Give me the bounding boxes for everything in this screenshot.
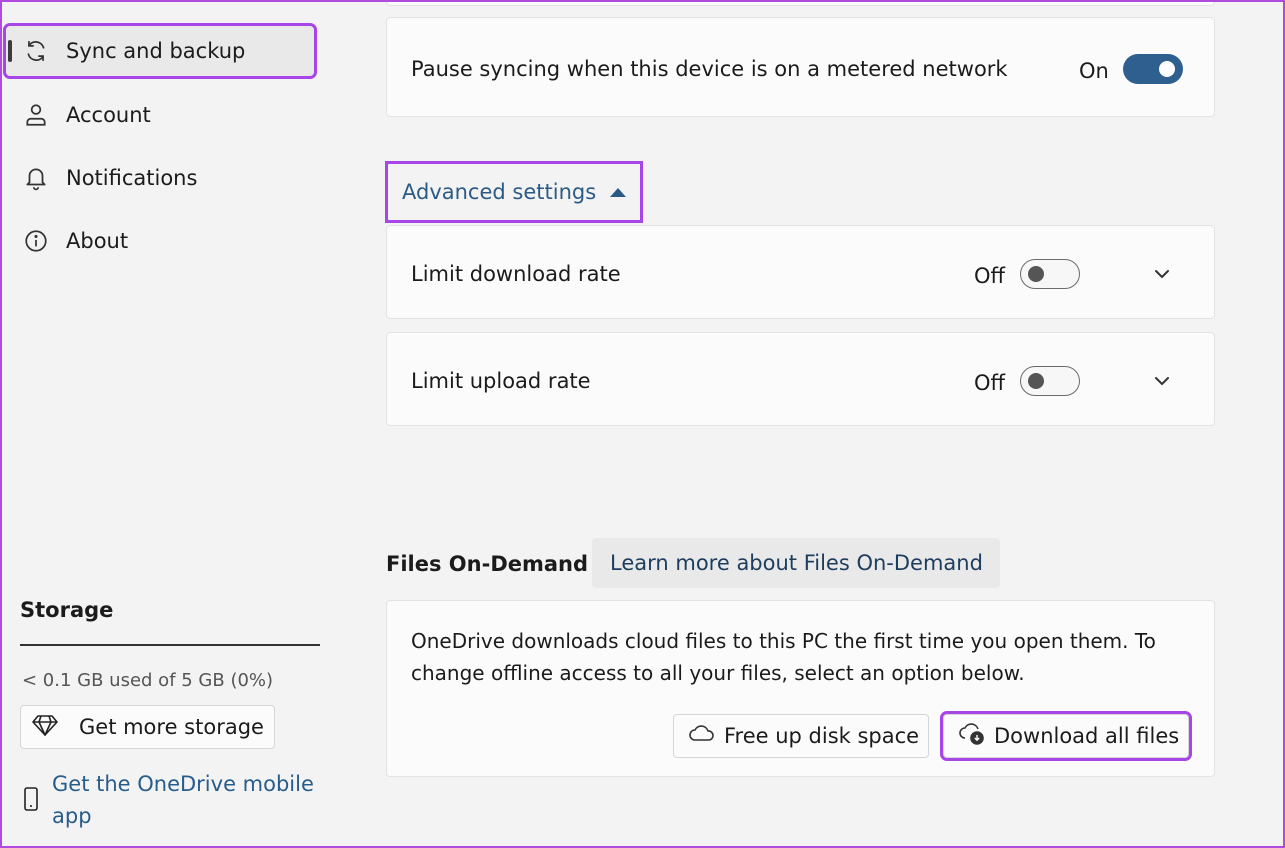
- chevron-down-icon[interactable]: [1152, 264, 1172, 284]
- storage-usage-bar: [20, 644, 320, 646]
- caret-up-icon: [610, 187, 627, 197]
- download-all-files-label: Download all files: [994, 724, 1180, 748]
- toggle-knob: [1028, 373, 1044, 389]
- limit-upload-card: Limit upload rate Off: [386, 332, 1215, 426]
- toggle-knob: [1159, 61, 1175, 77]
- free-up-disk-space-label: Free up disk space: [724, 724, 920, 748]
- sidebar-item-label: Notifications: [66, 166, 198, 190]
- sidebar-item-label: Account: [66, 103, 151, 127]
- sidebar-item-label: Sync and backup: [66, 39, 246, 63]
- get-more-storage-button[interactable]: Get more storage: [20, 705, 275, 749]
- advanced-settings-button[interactable]: Advanced settings: [385, 161, 643, 223]
- previous-card-edge: [386, 0, 1215, 6]
- mobile-app-promo: Get the OneDrive mobile app: [20, 768, 332, 832]
- get-more-storage-label: Get more storage: [79, 715, 264, 739]
- storage-used-text: < 0.1 GB used of 5 GB (0%): [22, 670, 274, 691]
- get-mobile-app-link[interactable]: Get the OneDrive mobile app: [52, 768, 332, 832]
- storage-heading: Storage: [20, 598, 114, 622]
- cloud-icon: [674, 721, 724, 752]
- person-icon: [6, 102, 66, 128]
- diamond-icon: [31, 713, 79, 742]
- free-up-disk-space-button[interactable]: Free up disk space: [673, 714, 929, 758]
- bell-icon: [6, 165, 66, 191]
- phone-icon: [20, 768, 52, 832]
- sidebar-item-account[interactable]: Account: [6, 90, 314, 140]
- limit-download-toggle[interactable]: [1020, 259, 1080, 289]
- limit-upload-state: Off: [974, 371, 1005, 395]
- sidebar-item-sync-and-backup[interactable]: Sync and backup: [3, 23, 317, 79]
- sidebar-item-about[interactable]: About: [6, 216, 314, 266]
- toggle-knob: [1028, 266, 1044, 282]
- info-icon: [6, 228, 66, 254]
- files-on-demand-card: OneDrive downloads cloud files to this P…: [386, 600, 1215, 777]
- learn-more-label: Learn more about Files On-Demand: [610, 551, 983, 575]
- sidebar: Sync and backup Account Notifications Ab…: [0, 0, 330, 848]
- limit-upload-label: Limit upload rate: [411, 369, 591, 393]
- download-all-files-button[interactable]: Download all files: [940, 711, 1192, 761]
- files-on-demand-description: OneDrive downloads cloud files to this P…: [411, 629, 1156, 685]
- metered-network-card: Pause syncing when this device is on a m…: [386, 17, 1215, 117]
- metered-network-toggle[interactable]: [1123, 54, 1183, 84]
- chevron-down-icon[interactable]: [1152, 371, 1172, 391]
- metered-network-label: Pause syncing when this device is on a m…: [411, 57, 1008, 81]
- cloud-download-icon: [944, 721, 994, 752]
- files-on-demand-heading: Files On-Demand: [386, 552, 589, 576]
- metered-toggle-state: On: [1079, 59, 1109, 83]
- limit-download-label: Limit download rate: [411, 262, 621, 286]
- sidebar-item-label: About: [66, 229, 129, 253]
- limit-download-card: Limit download rate Off: [386, 225, 1215, 319]
- sidebar-item-notifications[interactable]: Notifications: [6, 153, 314, 203]
- limit-download-state: Off: [974, 264, 1005, 288]
- sync-icon: [6, 38, 66, 64]
- learn-more-files-on-demand-button[interactable]: Learn more about Files On-Demand: [592, 538, 1000, 588]
- advanced-settings-label: Advanced settings: [402, 180, 597, 204]
- limit-upload-toggle[interactable]: [1020, 366, 1080, 396]
